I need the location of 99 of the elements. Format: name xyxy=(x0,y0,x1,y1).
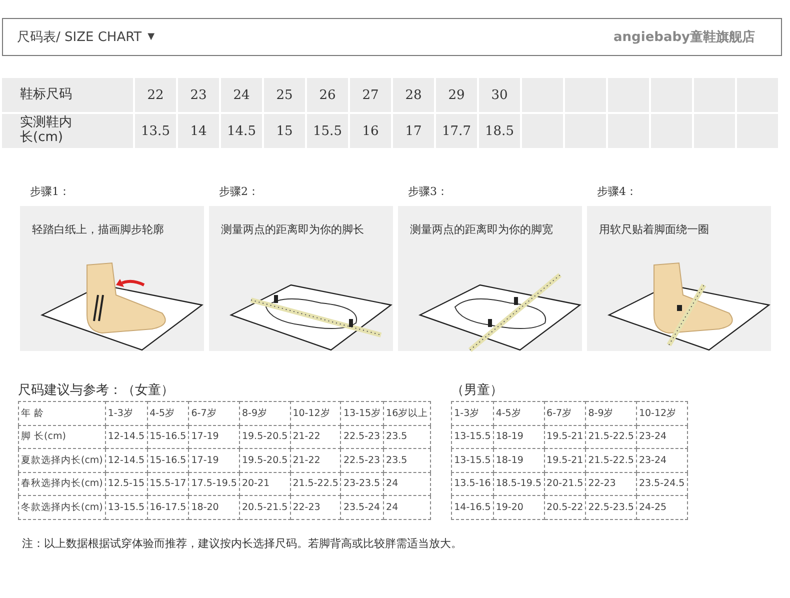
table-cell: 16岁以上 xyxy=(384,402,431,425)
table-cell: 23.5 xyxy=(384,448,431,472)
table-cell: 13.5-16 xyxy=(452,472,494,496)
table-cell: 23-24 xyxy=(636,425,688,448)
table-cell: 20-21.5 xyxy=(544,472,586,496)
table-cell: 4-5岁 xyxy=(493,402,544,425)
table-cell: 18-19 xyxy=(493,448,544,472)
table-cell: 27 xyxy=(350,78,391,112)
table-cell: 29 xyxy=(436,78,477,112)
table-cell: 15-16.5 xyxy=(147,425,189,448)
table-cell: 17 xyxy=(393,114,434,148)
table-cell: 23.5 xyxy=(384,425,431,448)
table-cell: 15.5-17 xyxy=(147,472,189,496)
shop-name: angiebaby童鞋旗舰店 xyxy=(614,28,755,46)
table-cell: 19.5-20.5 xyxy=(239,448,290,472)
table-cell: 30 xyxy=(479,78,520,112)
table-cell: 1-3岁 xyxy=(452,402,494,425)
table-cell: 20.5-21.5 xyxy=(239,496,290,519)
table-cell: 18.5-19.5 xyxy=(493,472,544,496)
table-cell: 19.5-20.5 xyxy=(239,425,290,448)
table-title: 尺码建议与参考：（女童） xyxy=(18,383,174,398)
table-cell: 13-15.5 xyxy=(452,425,494,448)
table-cell: 18.5 xyxy=(479,114,520,148)
table-cell: 22 xyxy=(135,78,176,112)
table-cell: 26 xyxy=(307,78,348,112)
table-cell: 16-17.5 xyxy=(147,496,189,519)
table-cell: 18-20 xyxy=(188,496,240,519)
table-cell: 21.5-22.5 xyxy=(586,425,636,448)
table-cell: 19-20 xyxy=(493,496,544,519)
table-cell: 23-23.5 xyxy=(340,472,384,496)
table-cell: 28 xyxy=(393,78,434,112)
table-cell: 6-7岁 xyxy=(188,402,240,425)
table-cell: 24 xyxy=(221,78,262,112)
table-cell: 脚 长(cm) xyxy=(18,425,106,448)
table-cell: 23 xyxy=(178,78,219,112)
table-cell: 15 xyxy=(264,114,305,148)
table-cell: 15.5 xyxy=(307,114,348,148)
table-cell: 22-23 xyxy=(290,496,341,519)
table-cell: 17.5-19.5 xyxy=(188,472,240,496)
page-title: 尺码表/ SIZE CHART xyxy=(17,29,142,46)
step-title: 步骤4： xyxy=(597,185,637,198)
row-label: 实测鞋内长(cm) xyxy=(2,114,133,148)
table-cell: 10-12岁 xyxy=(636,402,688,425)
table-cell: 24 xyxy=(384,496,431,519)
step-caption: 测量两点的距离即为你的脚长 xyxy=(221,223,364,236)
step-caption: 用软尺贴着脚面绕一圈 xyxy=(599,223,709,236)
table-cell: 12.5-15 xyxy=(105,472,148,496)
row-label: 鞋标尺码 xyxy=(2,78,133,112)
table-cell: 22-23 xyxy=(586,472,636,496)
table-cell: 17-19 xyxy=(188,425,240,448)
table-cell: 21-22 xyxy=(290,425,341,448)
table-cell: 23.5-24 xyxy=(340,496,384,519)
table-cell: 22.5-23 xyxy=(340,448,384,472)
table-cell: 8-9岁 xyxy=(239,402,290,425)
caret-icon: ▼ xyxy=(148,32,155,42)
table-cell: 23-24 xyxy=(636,448,688,472)
step-caption: 测量两点的距离即为你的脚宽 xyxy=(410,223,553,236)
table-cell: 12-14.5 xyxy=(105,425,148,448)
table-cell: 14-16.5 xyxy=(452,496,494,519)
table-cell: 20.5-22 xyxy=(544,496,586,519)
table-cell: 夏款选择内长(cm) xyxy=(18,448,106,472)
table-cell: 14.5 xyxy=(221,114,262,148)
table-cell: 8-9岁 xyxy=(586,402,636,425)
table-cell: 19.5-21 xyxy=(544,425,586,448)
step-title: 步骤2： xyxy=(219,185,259,198)
table-cell: 4-5岁 xyxy=(147,402,189,425)
table-cell: 22.5-23.5 xyxy=(586,496,636,519)
step-title: 步骤3： xyxy=(408,185,448,198)
table-cell: 冬款选择内长(cm) xyxy=(18,496,106,519)
table-cell: 22.5-23 xyxy=(340,425,384,448)
table-cell: 13-15.5 xyxy=(452,448,494,472)
table-title: （男童） xyxy=(451,383,504,398)
step-title: 步骤1： xyxy=(30,185,70,198)
table-cell: 21-22 xyxy=(290,448,341,472)
table-cell: 19.5-21 xyxy=(544,448,586,472)
table-cell: 春秋选择内长(cm) xyxy=(18,472,106,496)
table-cell: 14 xyxy=(178,114,219,148)
table-cell: 17.7 xyxy=(436,114,477,148)
table-cell: 18-19 xyxy=(493,425,544,448)
table-cell: 15-16.5 xyxy=(147,448,189,472)
table-cell: 24-25 xyxy=(636,496,688,519)
table-cell: 21.5-22.5 xyxy=(586,448,636,472)
table-cell: 25 xyxy=(264,78,305,112)
table-cell: 年 龄 xyxy=(18,402,106,425)
table-cell: 13-15岁 xyxy=(340,402,384,425)
table-cell: 17-19 xyxy=(188,448,240,472)
table-cell: 16 xyxy=(350,114,391,148)
table-cell: 6-7岁 xyxy=(544,402,586,425)
table-cell: 21.5-22.5 xyxy=(290,472,341,496)
table-cell: 20-21 xyxy=(239,472,290,496)
table-cell: 24 xyxy=(384,472,431,496)
table-cell: 1-3岁 xyxy=(105,402,148,425)
table-cell: 13.5 xyxy=(135,114,176,148)
step-caption: 轻踏白纸上，描画脚步轮廓 xyxy=(32,223,164,236)
table-cell: 23.5-24.5 xyxy=(636,472,688,496)
footnote: 注：以上数据根据试穿体验而推荐，建议按内长选择尺码。若脚背高或比较胖需适当放大。 xyxy=(22,536,462,550)
table-cell: 12-14.5 xyxy=(105,448,148,472)
table-cell: 10-12岁 xyxy=(290,402,341,425)
table-cell: 13-15.5 xyxy=(105,496,148,519)
